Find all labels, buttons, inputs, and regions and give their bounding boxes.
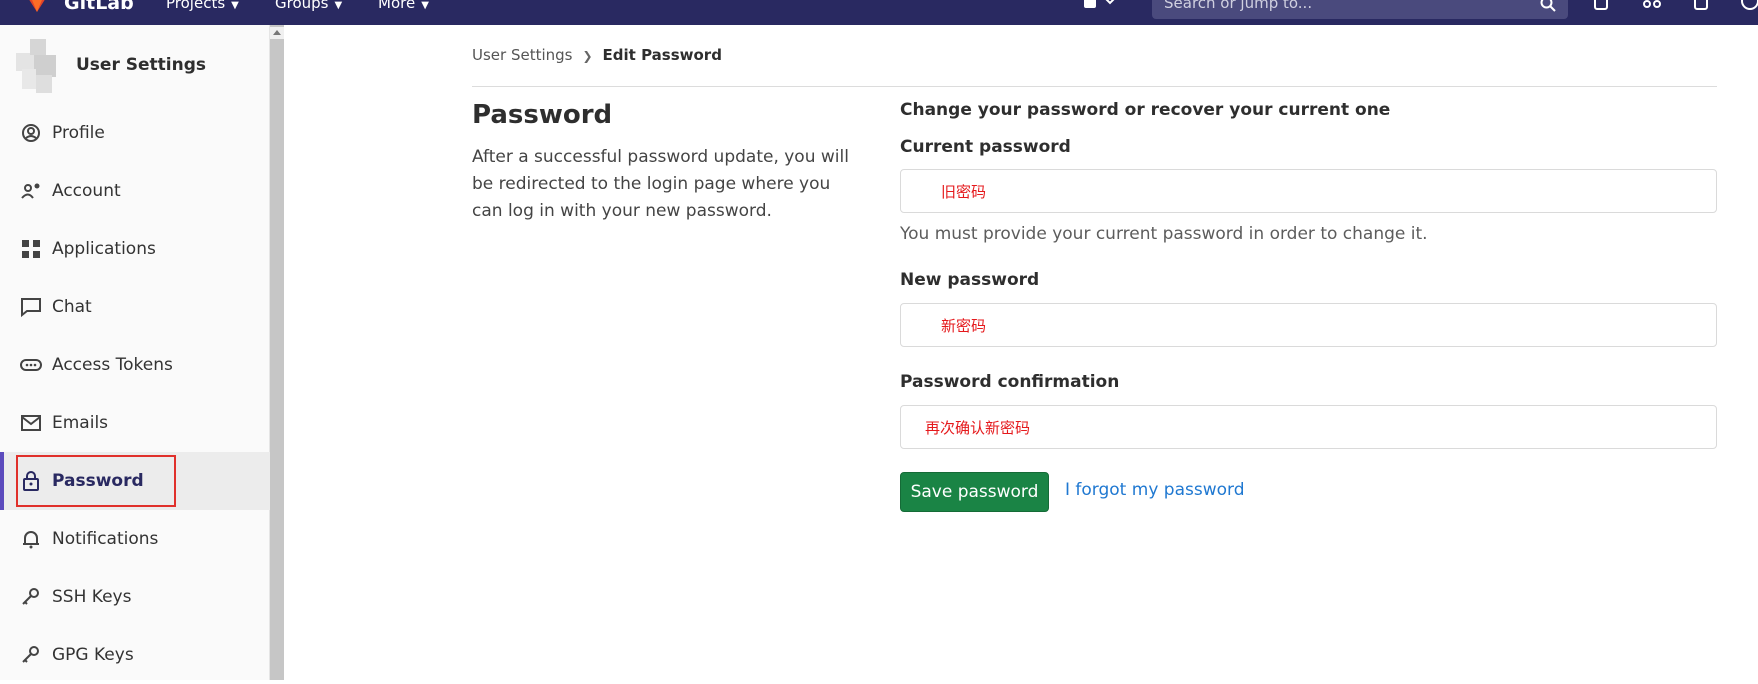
sidebar-item-gpg-keys[interactable]: GPG Keys (0, 626, 270, 684)
bell-icon (23, 531, 39, 549)
sidebar-item-access-tokens[interactable]: Access Tokens (0, 336, 270, 394)
breadcrumb-current: Edit Password (602, 46, 722, 64)
top-navbar: GitLab Projects ▼ Groups ▼ More ▼ Search or… (0, 0, 1758, 25)
sidebar-scrollbar[interactable] (270, 25, 284, 680)
gitlab-logo-icon[interactable] (20, 0, 54, 14)
sidebar-item-notifications[interactable]: Notifications (0, 510, 270, 568)
save-password-button[interactable]: Save password (900, 472, 1049, 512)
chevron-down-icon: ▼ (421, 0, 429, 11)
search-placeholder: Search or jump to... (1164, 0, 1313, 12)
merge-request-icon[interactable] (1642, 0, 1662, 12)
sidebar-item-ssh-keys[interactable]: SSH Keys (0, 568, 270, 626)
chevron-right-icon: ❯ (582, 49, 593, 63)
search-box[interactable]: Search or jump to... (1152, 0, 1568, 19)
gitlab-brand[interactable]: GitLab (64, 0, 134, 14)
sidebar-item-label: Account (52, 181, 121, 201)
page-description: After a successful password update, you … (472, 147, 849, 221)
sidebar-item-label: Notifications (52, 529, 159, 549)
avatar (16, 39, 56, 93)
menu-projects[interactable]: Projects ▼ (166, 0, 239, 16)
menu-groups[interactable]: Groups ▼ (275, 0, 342, 16)
chevron-down-icon: ▼ (231, 0, 239, 11)
sidebar-item-account[interactable]: Account (0, 162, 270, 220)
scroll-up-arrow-icon[interactable] (270, 27, 284, 39)
password-confirmation-field[interactable]: 再次确认新密码 (900, 405, 1717, 449)
current-password-field[interactable]: 旧密码 (900, 169, 1717, 213)
new-password-value: 新密码 (941, 317, 987, 335)
sidebar-item-label: SSH Keys (52, 587, 132, 607)
help-icon[interactable] (1740, 0, 1758, 12)
chevron-down-icon: ▼ (334, 0, 343, 11)
profile-icon (22, 124, 40, 142)
sidebar-title: User Settings (76, 55, 206, 75)
email-icon (21, 415, 41, 431)
todo-icon[interactable] (1592, 0, 1612, 12)
current-password-value: 旧密码 (941, 183, 987, 201)
forgot-password-link[interactable]: I forgot my password (1065, 480, 1245, 500)
menu-more[interactable]: More ▼ (378, 0, 429, 16)
breadcrumb-parent-link[interactable]: User Settings (472, 46, 572, 64)
breadcrumb: User Settings ❯ Edit Password (472, 46, 722, 64)
sidebar-item-label: Profile (52, 123, 105, 143)
key-icon (22, 646, 39, 663)
sidebar-item-chat[interactable]: Chat (0, 278, 270, 336)
annotation-highlight-box (16, 455, 176, 507)
sidebar-item-label: Access Tokens (52, 355, 173, 375)
sidebar-item-applications[interactable]: Applications (0, 220, 270, 278)
sidebar-header[interactable]: User Settings (14, 35, 264, 97)
password-confirmation-label: Password confirmation (900, 372, 1120, 392)
access-tokens-icon (20, 359, 42, 371)
issues-icon[interactable] (1692, 0, 1712, 12)
password-confirmation-value: 再次确认新密码 (925, 419, 1031, 437)
sidebar-item-profile[interactable]: Profile (0, 104, 270, 162)
settings-sidebar: User Settings Profile Account Applicatio… (0, 25, 270, 680)
divider (472, 86, 1717, 87)
sidebar-item-label: GPG Keys (52, 645, 134, 665)
sidebar-item-label: Emails (52, 413, 109, 433)
key-icon (22, 588, 39, 605)
search-icon (1540, 0, 1556, 12)
page-title: Password (472, 100, 613, 130)
sidebar-item-label: Chat (52, 297, 92, 317)
new-password-field[interactable]: 新密码 (900, 303, 1717, 347)
current-password-label: Current password (900, 137, 1071, 157)
sidebar-item-password[interactable]: Password (0, 452, 270, 510)
chat-icon (21, 298, 41, 318)
applications-icon (22, 240, 40, 258)
sidebar-item-emails[interactable]: Emails (0, 394, 270, 452)
sidebar-item-label: Applications (52, 239, 156, 259)
form-intro: Change your password or recover your cur… (900, 100, 1391, 120)
current-password-help: You must provide your current password i… (900, 224, 1428, 244)
new-password-label: New password (900, 270, 1040, 290)
account-icon (21, 183, 40, 199)
new-dropdown-icon[interactable] (1080, 0, 1120, 12)
